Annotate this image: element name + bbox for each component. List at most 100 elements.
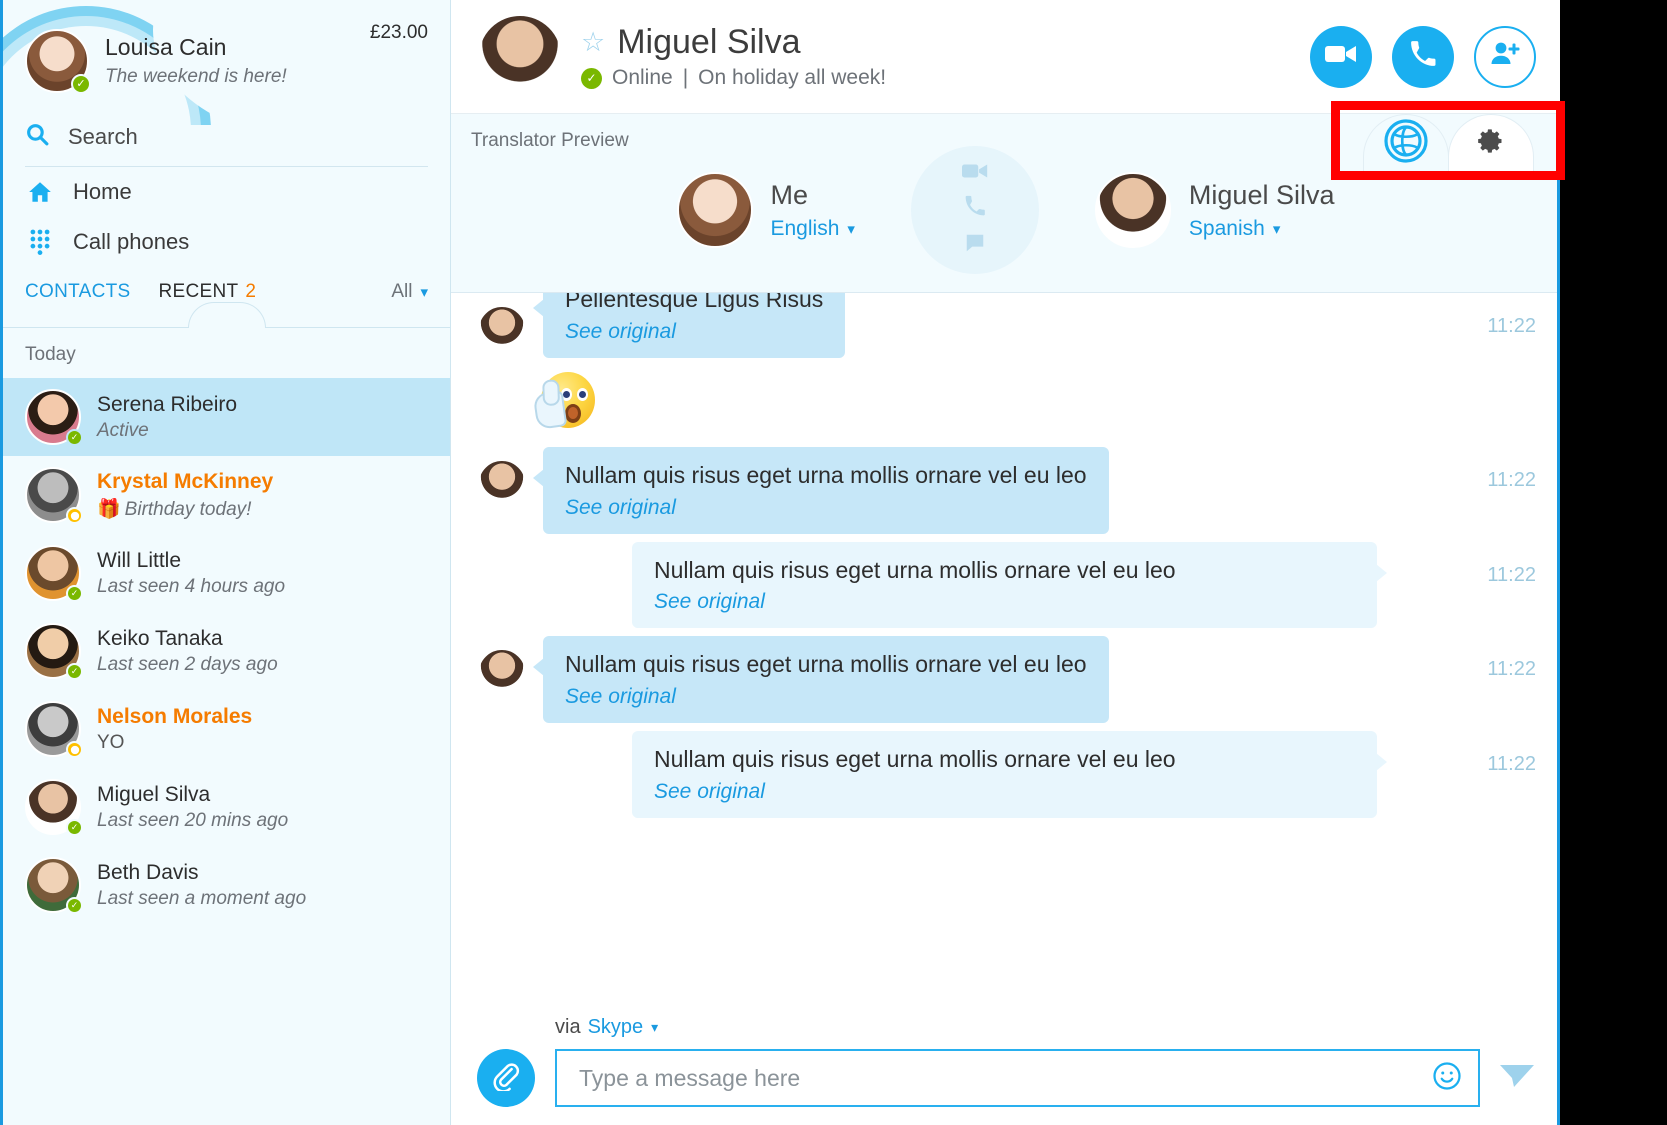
translator-settings-button[interactable]: [1448, 114, 1534, 172]
contact-list-item[interactable]: ✓ Serena Ribeiro Active: [3, 378, 450, 456]
chat-bubble-icon[interactable]: [964, 232, 986, 259]
contact-status-text: Last seen a moment ago: [97, 888, 307, 910]
contact-status-text: Last seen 4 hours ago: [97, 576, 286, 598]
search-input[interactable]: [68, 124, 428, 150]
shushing-face-emoji: [532, 371, 595, 432]
contact-name: Keiko Tanaka: [97, 626, 223, 650]
tab-contacts[interactable]: CONTACTS: [25, 281, 131, 303]
conversation-scrollbar[interactable]: [1557, 0, 1560, 1125]
message-text: Nullam quis risus eget urna mollis ornar…: [565, 461, 1087, 488]
contact-avatar: [25, 467, 83, 524]
chat-contact-avatar-image: [477, 13, 563, 100]
translator-toggle-button[interactable]: [1363, 114, 1449, 172]
tab-recent-label: RECENT: [158, 281, 239, 302]
skype-credit[interactable]: £23.00: [370, 22, 428, 44]
contact-status-text: YO: [97, 732, 125, 754]
see-original-link[interactable]: See original: [565, 496, 1087, 520]
smiley-icon[interactable]: [1432, 1061, 1462, 1096]
message-list[interactable]: Pellentesque Ligus Risus See original 11:2…: [451, 293, 1560, 1010]
message-bubble[interactable]: Pellentesque Ligus Risus See original: [532, 293, 846, 358]
chevron-down-icon: ▾: [420, 284, 428, 301]
message-bubble[interactable]: Nullam quis risus eget urna mollis ornar…: [533, 636, 1109, 723]
send-paper-plane-icon: [1498, 1061, 1536, 1096]
see-original-link[interactable]: See original: [565, 320, 823, 344]
avatar[interactable]: ✓: [25, 29, 91, 94]
presence-text: Online: [612, 66, 673, 89]
contact-list-item[interactable]: ✓ Miguel Silva Last seen 20 mins ago: [3, 768, 450, 846]
contact-status-badge: [66, 741, 83, 758]
video-camera-icon[interactable]: [961, 162, 988, 185]
chevron-down-icon[interactable]: ▾: [651, 1019, 658, 1036]
message-timestamp: 11:22: [1487, 658, 1536, 681]
message-row: Nullam quis risus eget urna mollis ornar…: [451, 731, 1560, 818]
voice-call-button[interactable]: [1392, 25, 1454, 88]
add-people-button[interactable]: [1474, 25, 1536, 88]
contacts-filter-dropdown[interactable]: All ▾: [391, 281, 428, 303]
message-sender-avatar-image: [477, 648, 527, 699]
translator-other-language-dropdown[interactable]: Spanish ▾: [1189, 217, 1335, 241]
message-text: Nullam quis risus eget urna mollis ornar…: [654, 556, 1176, 583]
contact-list-item[interactable]: ✓ Beth Davis Last seen a moment ago: [3, 846, 450, 924]
add-person-icon: [1489, 41, 1521, 72]
phone-icon[interactable]: [964, 195, 986, 222]
contact-list-item[interactable]: ✓ Keiko Tanaka Last seen 2 days ago: [3, 612, 450, 690]
contact-status-text: Last seen 20 mins ago: [97, 810, 289, 832]
contact-list-item[interactable]: Krystal McKinney 🎁 Birthday today!: [3, 456, 450, 534]
translator-other-name: Miguel Silva: [1188, 179, 1335, 210]
contact-avatar: ✓: [25, 623, 83, 680]
translator-other-language-label: Spanish: [1188, 216, 1265, 240]
see-original-link[interactable]: See original: [654, 780, 1355, 804]
contact-avatar: ✓: [25, 857, 83, 914]
message-input[interactable]: [579, 1064, 1432, 1092]
translator-me: Me English ▾: [676, 172, 855, 248]
phone-icon: [1409, 40, 1437, 73]
tabs-divider: [3, 302, 450, 329]
see-original-link[interactable]: See original: [654, 590, 1355, 614]
message-timestamp: 11:22: [1487, 563, 1536, 586]
contact-list-item[interactable]: ✓ Will Little Last seen 4 hours ago: [3, 534, 450, 612]
home-icon: [25, 179, 55, 205]
contact-status-text: 🎁 Birthday today!: [97, 497, 273, 521]
section-label-today: Today: [3, 328, 450, 378]
gear-icon: [1477, 127, 1505, 160]
attach-file-button[interactable]: [477, 1049, 535, 1107]
message-row: [451, 366, 1560, 447]
tab-recent-count: 2: [245, 281, 257, 302]
contact-status-badge: [66, 507, 83, 524]
sidebar-item-call-phones[interactable]: Call phones: [3, 217, 450, 267]
send-message-button[interactable]: [1498, 1061, 1536, 1096]
tab-recent[interactable]: RECENT 2: [159, 281, 257, 303]
via-service-dropdown[interactable]: Skype: [588, 1016, 644, 1039]
video-call-button[interactable]: [1310, 25, 1372, 88]
translator-me-language-dropdown[interactable]: English ▾: [771, 217, 855, 241]
paperclip-icon: [491, 1061, 521, 1096]
message-composer: via Skype ▾: [451, 1010, 1560, 1125]
contact-status-label: Birthday today!: [124, 499, 252, 521]
message-bubble[interactable]: Nullam quis risus eget urna mollis ornar…: [533, 446, 1109, 534]
chat-header-actions: [1310, 25, 1536, 88]
message-sender-avatar: [477, 458, 527, 509]
message-bubble[interactable]: Nullam quis risus eget urna mollis ornar…: [632, 731, 1387, 818]
see-original-link[interactable]: See original: [565, 685, 1087, 709]
message-bubble[interactable]: Nullam quis risus eget urna mollis ornar…: [632, 541, 1387, 629]
presence-badge: ✓: [581, 67, 602, 89]
message-row: Nullam quis risus eget urna mollis ornar…: [451, 541, 1560, 629]
skype-window: ✓ Louisa Cain The weekend is here! £23.0…: [0, 0, 1565, 1125]
sidebar-item-home[interactable]: Home: [3, 167, 450, 217]
message-timestamp: 11:22: [1487, 468, 1536, 491]
translator-me-name: Me: [770, 179, 809, 210]
contact-list-item[interactable]: Nelson Morales YO: [3, 690, 450, 768]
message-input-container[interactable]: [555, 1049, 1480, 1107]
translator-other: Miguel Silva Spanish ▾: [1094, 172, 1335, 248]
user-profile[interactable]: ✓ Louisa Cain The weekend is here! £23.0…: [3, 0, 450, 118]
contact-name: Miguel Silva: [97, 782, 211, 806]
contact-name: Beth Davis: [97, 860, 199, 884]
favorite-star-icon[interactable]: ☆: [581, 27, 605, 58]
contact-avatar: ✓: [25, 779, 83, 836]
chat-contact-avatar[interactable]: [477, 13, 563, 100]
via-prefix-label: via: [555, 1016, 581, 1038]
chat-contact-mood: On holiday all week!: [698, 66, 887, 89]
translator-me-avatar: [676, 172, 753, 248]
message-sender-avatar-image: [477, 305, 527, 355]
conversation-panel: ☆ Miguel Silva ✓ Online | On holiday all…: [451, 0, 1560, 1125]
